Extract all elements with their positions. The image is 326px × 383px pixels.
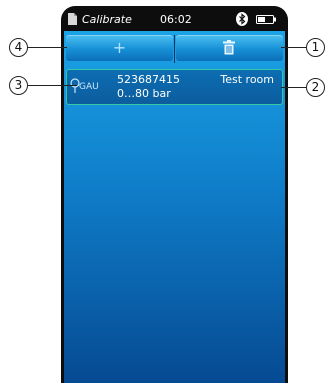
- bluetooth-icon: [236, 12, 248, 26]
- callout-leader-4: [27, 47, 67, 48]
- app-title: Calibrate: [82, 13, 132, 26]
- document-icon: [68, 13, 77, 25]
- delete-button[interactable]: [176, 35, 283, 61]
- location-label: Test room: [220, 73, 274, 86]
- serial-number: 523687415: [117, 73, 180, 86]
- add-button[interactable]: +: [66, 35, 173, 61]
- callout-1: 1: [306, 38, 325, 57]
- callout-leader-2: [281, 87, 307, 88]
- callout-2: 2: [306, 78, 325, 97]
- toolbar: +: [64, 33, 285, 63]
- app-screen: + GAU 523687415 0…80 bar Test room: [64, 31, 285, 383]
- status-clock: 06:02: [160, 13, 192, 26]
- callout-leader-3: [27, 85, 77, 86]
- pressure-range: 0…80 bar: [117, 87, 171, 100]
- callout-leader-1: [281, 47, 307, 48]
- status-bar: Calibrate 06:02: [64, 10, 285, 32]
- callout-3: 3: [9, 76, 28, 95]
- device-type: GAU: [79, 82, 99, 92]
- plus-icon: +: [112, 38, 127, 57]
- callout-4: 4: [9, 38, 28, 57]
- trash-icon: [223, 40, 235, 55]
- list-item[interactable]: GAU 523687415 0…80 bar Test room: [66, 69, 283, 105]
- toolbar-divider: [174, 35, 175, 63]
- battery-icon: [256, 15, 276, 24]
